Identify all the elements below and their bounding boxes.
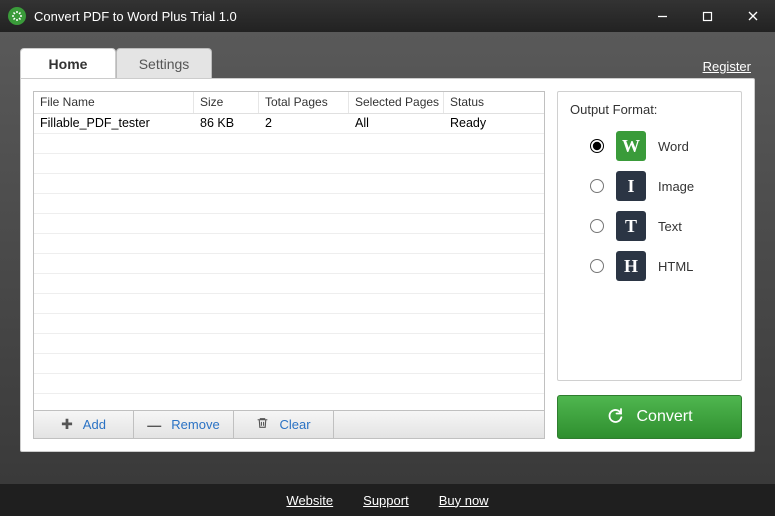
format-option-image[interactable]: I Image xyxy=(590,171,729,201)
footer-website-link[interactable]: Website xyxy=(286,493,333,508)
footer-buy-link[interactable]: Buy now xyxy=(439,493,489,508)
output-format-box: Output Format: W Word I Image T Text xyxy=(557,91,742,381)
table-empty-row xyxy=(34,134,544,154)
table-empty-row xyxy=(34,274,544,294)
th-file-name[interactable]: File Name xyxy=(34,92,194,113)
window-title: Convert PDF to Word Plus Trial 1.0 xyxy=(34,9,237,24)
clear-label: Clear xyxy=(279,417,310,432)
table-empty-row xyxy=(34,174,544,194)
app-logo-icon xyxy=(8,7,26,25)
right-column: Output Format: W Word I Image T Text xyxy=(557,91,742,439)
cell-selected-pages: All xyxy=(349,114,444,133)
plus-icon: ✚ xyxy=(61,416,73,433)
format-option-text[interactable]: T Text xyxy=(590,211,729,241)
image-icon: I xyxy=(616,171,646,201)
table-row[interactable]: Fillable_PDF_tester 86 KB 2 All Ready xyxy=(34,114,544,134)
format-label-html: HTML xyxy=(658,259,693,274)
tab-settings[interactable]: Settings xyxy=(116,48,212,78)
table-empty-row xyxy=(34,154,544,174)
table-empty-row xyxy=(34,294,544,314)
tab-home-label: Home xyxy=(49,56,88,72)
format-option-word[interactable]: W Word xyxy=(590,131,729,161)
cell-size: 86 KB xyxy=(194,114,259,133)
table-empty-row xyxy=(34,254,544,274)
table-empty-row xyxy=(34,194,544,214)
file-table: File Name Size Total Pages Selected Page… xyxy=(33,91,545,411)
format-radio-text[interactable] xyxy=(590,219,604,233)
table-header: File Name Size Total Pages Selected Page… xyxy=(34,92,544,114)
trash-icon xyxy=(256,416,269,433)
main-panel: File Name Size Total Pages Selected Page… xyxy=(20,78,755,452)
add-label: Add xyxy=(83,417,106,432)
table-area: File Name Size Total Pages Selected Page… xyxy=(33,91,545,439)
text-icon: T xyxy=(616,211,646,241)
remove-button[interactable]: — Remove xyxy=(134,411,234,438)
add-button[interactable]: ✚ Add xyxy=(34,411,134,438)
cell-total-pages: 2 xyxy=(259,114,349,133)
th-status[interactable]: Status xyxy=(444,92,544,113)
table-empty-row xyxy=(34,374,544,394)
format-label-word: Word xyxy=(658,139,689,154)
minus-icon: — xyxy=(147,417,161,433)
footer: Website Support Buy now xyxy=(0,484,775,516)
table-empty-row xyxy=(34,314,544,334)
remove-label: Remove xyxy=(171,417,219,432)
convert-label: Convert xyxy=(636,408,692,426)
convert-button[interactable]: Convert xyxy=(557,395,742,439)
table-empty-row xyxy=(34,214,544,234)
format-radio-image[interactable] xyxy=(590,179,604,193)
tab-home[interactable]: Home xyxy=(20,48,116,78)
titlebar: Convert PDF to Word Plus Trial 1.0 xyxy=(0,0,775,32)
th-selected-pages[interactable]: Selected Pages xyxy=(349,92,444,113)
tabs-row: Home Settings Register xyxy=(20,48,755,78)
tab-settings-label: Settings xyxy=(139,56,190,72)
close-button[interactable] xyxy=(730,0,775,32)
th-total-pages[interactable]: Total Pages xyxy=(259,92,349,113)
toolbar-spacer xyxy=(334,411,544,438)
format-option-html[interactable]: H HTML xyxy=(590,251,729,281)
table-empty-row xyxy=(34,334,544,354)
footer-support-link[interactable]: Support xyxy=(363,493,409,508)
table-toolbar: ✚ Add — Remove Clear xyxy=(33,411,545,439)
clear-button[interactable]: Clear xyxy=(234,411,334,438)
convert-icon xyxy=(606,406,624,429)
maximize-button[interactable] xyxy=(685,0,730,32)
table-empty-row xyxy=(34,234,544,254)
table-empty-row xyxy=(34,354,544,374)
format-label-text: Text xyxy=(658,219,682,234)
register-link[interactable]: Register xyxy=(703,59,751,74)
window-body: Home Settings Register File Name Size To… xyxy=(0,32,775,484)
minimize-button[interactable] xyxy=(640,0,685,32)
format-label-image: Image xyxy=(658,179,694,194)
output-format-title: Output Format: xyxy=(570,102,729,117)
html-icon: H xyxy=(616,251,646,281)
word-icon: W xyxy=(616,131,646,161)
format-radio-html[interactable] xyxy=(590,259,604,273)
cell-status: Ready xyxy=(444,114,544,133)
th-size[interactable]: Size xyxy=(194,92,259,113)
format-radio-word[interactable] xyxy=(590,139,604,153)
cell-file-name: Fillable_PDF_tester xyxy=(34,114,194,133)
